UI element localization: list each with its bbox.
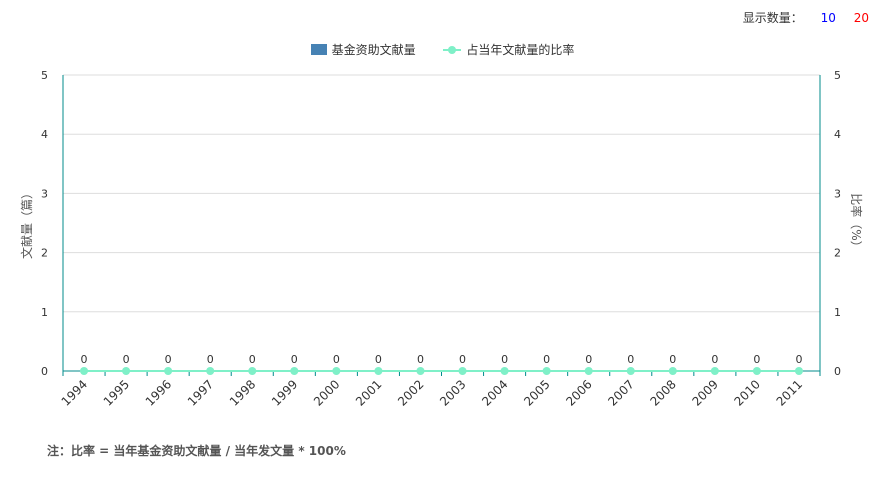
ratio-point xyxy=(248,367,257,375)
data-label: 0 xyxy=(459,353,466,366)
ratio-point xyxy=(164,367,173,375)
x-tick-label: 2009 xyxy=(689,377,720,408)
data-label: 0 xyxy=(165,353,172,366)
ratio-point xyxy=(80,367,89,375)
y-tick-label-right: 1 xyxy=(834,306,841,319)
x-tick-label: 2006 xyxy=(563,377,594,408)
x-tick-label: 2011 xyxy=(774,377,805,408)
x-tick-label: 2004 xyxy=(479,377,510,408)
x-tick-label: 1994 xyxy=(59,377,90,408)
data-label: 0 xyxy=(375,353,382,366)
y-tick-label-right: 0 xyxy=(834,365,841,378)
y-tick-label-left: 5 xyxy=(41,69,48,82)
ratio-point xyxy=(500,367,509,375)
y-tick-label-right: 4 xyxy=(834,128,841,141)
ratio-point xyxy=(458,367,467,375)
ratio-point xyxy=(416,367,425,375)
data-label: 0 xyxy=(795,353,802,366)
ratio-point xyxy=(710,367,719,375)
x-tick-label: 1996 xyxy=(143,377,174,408)
data-label: 0 xyxy=(753,353,760,366)
y-tick-label-right: 3 xyxy=(834,187,841,200)
x-tick-label: 2000 xyxy=(311,377,342,408)
y-tick-label-left: 0 xyxy=(41,365,48,378)
x-tick-label: 1999 xyxy=(269,377,300,408)
data-label: 0 xyxy=(333,353,340,366)
ratio-footnote: 注：比率 = 当年基金资助文献量 / 当年发文量 * 100% xyxy=(47,444,346,458)
data-label: 0 xyxy=(291,353,298,366)
x-tick-label: 2002 xyxy=(395,377,426,408)
ratio-point xyxy=(668,367,677,375)
y-axis-title-left: 文献量（篇） xyxy=(19,187,34,259)
y-tick-label-left: 2 xyxy=(41,247,48,260)
data-label: 0 xyxy=(501,353,508,366)
data-label: 0 xyxy=(543,353,550,366)
x-tick-label: 1995 xyxy=(101,377,132,408)
ratio-point xyxy=(122,367,131,375)
data-label: 0 xyxy=(249,353,256,366)
y-axis-title-right: 比率（%） xyxy=(849,193,864,252)
x-tick-label: 1998 xyxy=(227,377,258,408)
ratio-point xyxy=(332,367,341,375)
data-label: 0 xyxy=(669,353,676,366)
chart-area: 0 0 1 1 2 2 3 3 4 4 5 5 文献量（篇） 比率（%） 1994 0 1995 0 1996 0 19… xyxy=(19,69,864,409)
ratio-point xyxy=(752,367,761,375)
data-label: 0 xyxy=(417,353,424,366)
data-label: 0 xyxy=(207,353,214,366)
x-tick-label: 2010 xyxy=(732,377,763,408)
y-tick-label-left: 3 xyxy=(41,187,48,200)
ratio-point xyxy=(626,367,635,375)
x-tick-label: 2008 xyxy=(647,377,678,408)
x-tick-label: 2005 xyxy=(521,377,552,408)
ratio-point xyxy=(206,367,215,375)
x-tick-label: 1997 xyxy=(185,377,216,408)
x-tick-label: 2003 xyxy=(437,377,468,408)
x-tick-label: 2007 xyxy=(605,377,636,408)
ratio-point xyxy=(290,367,299,375)
ratio-point xyxy=(584,367,593,375)
ratio-point xyxy=(374,367,383,375)
x-tick-label: 2001 xyxy=(353,377,384,408)
data-label: 0 xyxy=(585,353,592,366)
data-label: 0 xyxy=(123,353,130,366)
y-tick-label-right: 5 xyxy=(834,69,841,82)
ratio-point xyxy=(542,367,551,375)
y-tick-label-right: 2 xyxy=(834,247,841,260)
y-tick-label-left: 4 xyxy=(41,128,48,141)
data-label: 0 xyxy=(711,353,718,366)
data-label: 0 xyxy=(627,353,634,366)
y-tick-label-left: 1 xyxy=(41,306,48,319)
ratio-point xyxy=(794,367,803,375)
data-label: 0 xyxy=(81,353,88,366)
